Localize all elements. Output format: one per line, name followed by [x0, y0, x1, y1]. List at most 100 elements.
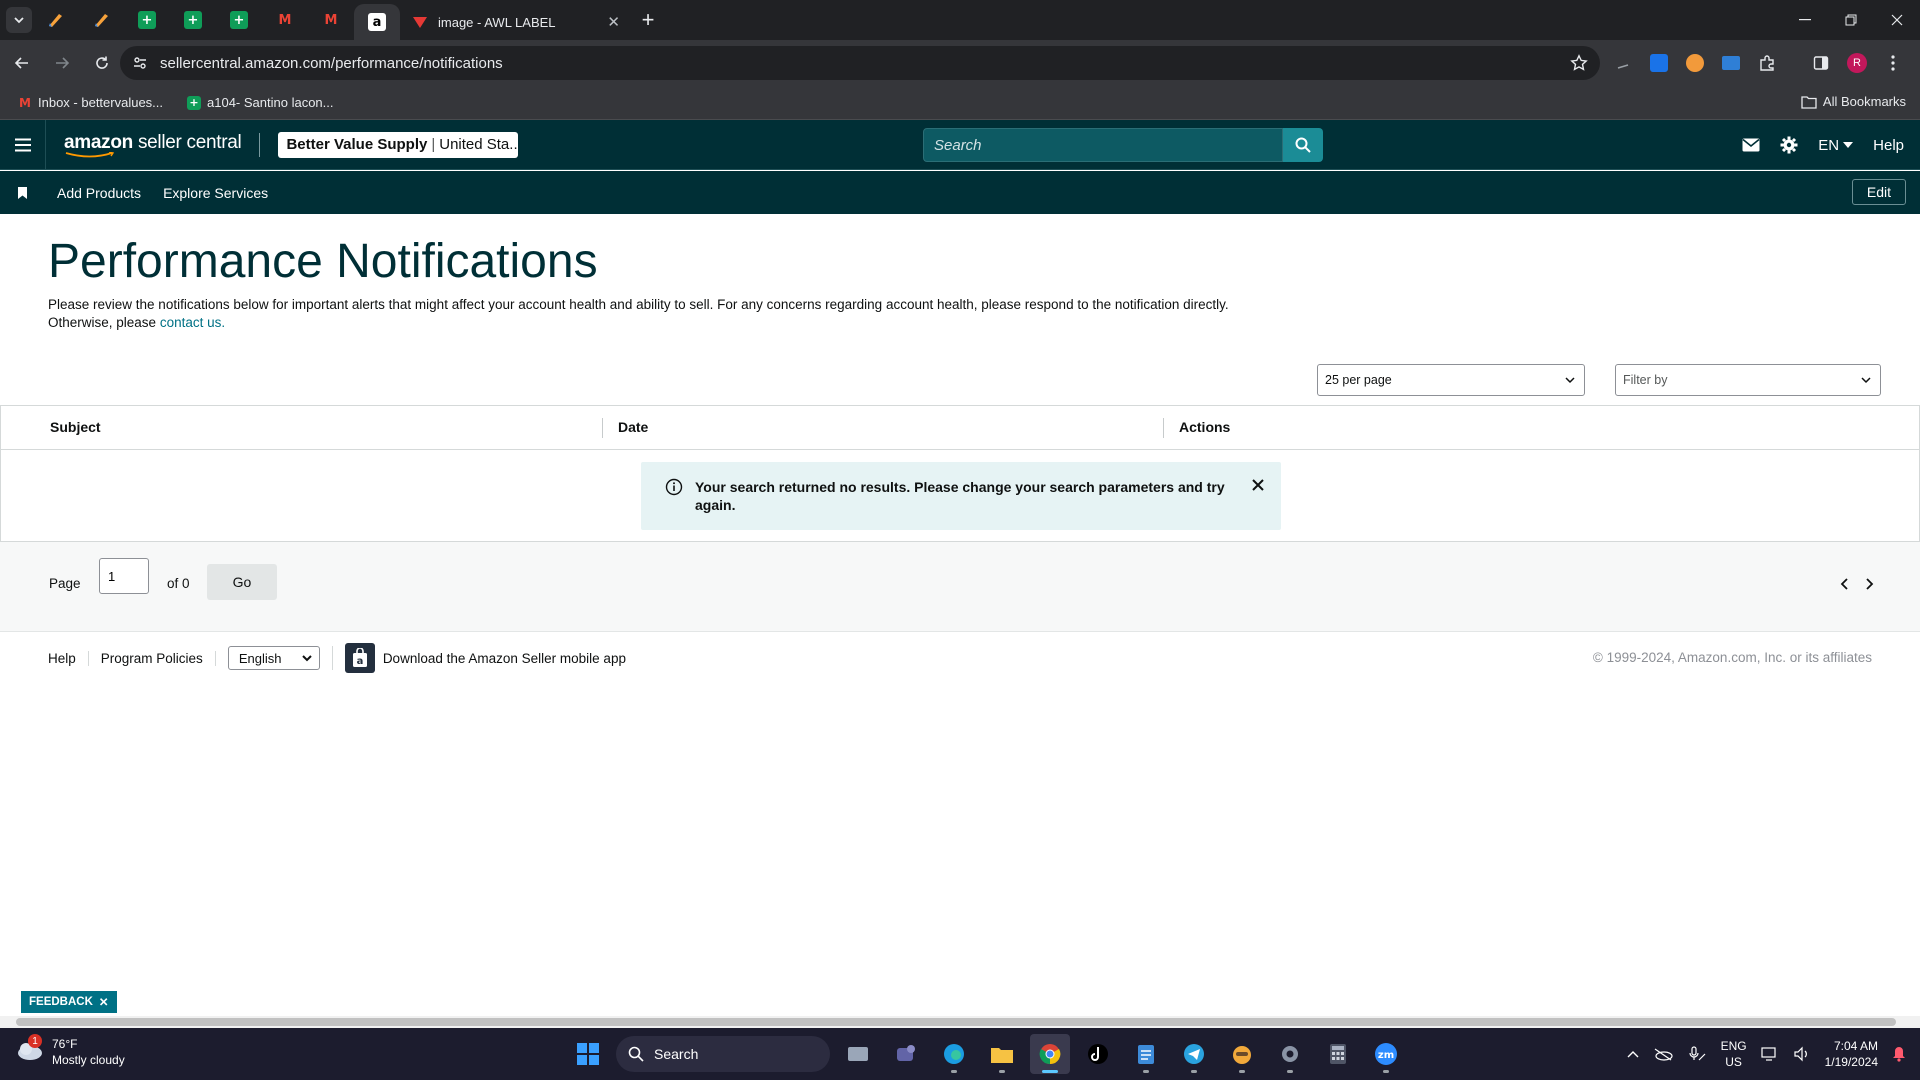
close-alert-icon[interactable] — [1251, 478, 1265, 492]
minimize-button[interactable] — [1782, 0, 1828, 40]
show-hidden-icons[interactable] — [1627, 1050, 1639, 1058]
footer-language-select[interactable]: English — [227, 646, 320, 670]
bookmark-sheet[interactable]: + a104- Santino lacon... — [181, 91, 339, 114]
copyright-text: © 1999-2024, Amazon.com, Inc. or its aff… — [1592, 650, 1872, 665]
calculator-icon[interactable] — [1318, 1034, 1358, 1074]
page-count-label: of 0 — [167, 576, 190, 591]
zoom-icon[interactable]: zm — [1366, 1034, 1406, 1074]
pagination-bar: Page of 0 Go — [0, 542, 1920, 632]
pinned-tab-gmail-1[interactable]: M — [262, 0, 308, 40]
volume-icon[interactable] — [1793, 1046, 1811, 1062]
horizontal-scrollbar[interactable] — [0, 1016, 1920, 1028]
microphone-icon[interactable] — [1687, 1046, 1707, 1062]
character-app-icon[interactable] — [1222, 1034, 1262, 1074]
browser-menu-icon[interactable] — [1880, 50, 1906, 76]
pinned-tab-gmail-2[interactable]: M — [308, 0, 354, 40]
task-view-icon[interactable] — [838, 1034, 878, 1074]
nav-link-explore-services[interactable]: Explore Services — [163, 185, 268, 201]
bookmark-inbox[interactable]: M Inbox - bettervalues... — [12, 91, 169, 114]
search-button[interactable] — [1283, 128, 1323, 162]
help-link[interactable]: Help — [1873, 137, 1904, 154]
per-page-select[interactable]: 25 per page — [1317, 364, 1585, 396]
teams-icon[interactable] — [886, 1034, 926, 1074]
input-language-code: ENG — [1720, 1039, 1747, 1053]
sheets-icon: + — [184, 11, 202, 29]
column-header-subject[interactable]: Subject — [50, 419, 101, 435]
language-selector[interactable]: EN — [1818, 136, 1854, 154]
column-divider — [602, 418, 603, 438]
side-panel-icon[interactable] — [1808, 50, 1834, 76]
search-input[interactable] — [923, 128, 1283, 162]
system-clock[interactable]: 7:04 AM 1/19/2024 — [1825, 1038, 1878, 1070]
forward-button[interactable] — [44, 45, 80, 81]
footer-program-policies-link[interactable]: Program Policies — [89, 650, 216, 666]
scrollbar-thumb[interactable] — [16, 1018, 1896, 1026]
edit-nav-button[interactable]: Edit — [1851, 179, 1906, 205]
feedback-button[interactable]: FEEDBACK ✕ — [21, 991, 117, 1013]
store-switcher[interactable]: Better Value Supply | United Sta... — [278, 131, 519, 158]
tab-search-button[interactable] — [6, 7, 32, 33]
pinned-tab-sheets-2[interactable]: + — [170, 0, 216, 40]
notepad-icon[interactable] — [1126, 1034, 1166, 1074]
filter-by-select[interactable]: Filter by — [1615, 364, 1881, 396]
notifications-bell-icon[interactable] — [1892, 1046, 1906, 1062]
contact-us-link[interactable]: contact us. — [160, 315, 225, 330]
bookmark-star-icon[interactable] — [1570, 54, 1588, 72]
file-explorer-icon[interactable] — [982, 1034, 1022, 1074]
go-button[interactable]: Go — [207, 564, 277, 600]
windows-start-icon[interactable] — [568, 1034, 608, 1074]
extension-blue-icon[interactable] — [1646, 50, 1672, 76]
edge-icon[interactable] — [934, 1034, 974, 1074]
hamburger-menu-icon[interactable] — [0, 119, 46, 170]
tiktok-icon[interactable] — [1078, 1034, 1118, 1074]
previous-page-icon[interactable] — [1840, 578, 1850, 590]
download-app-link[interactable]: a Download the Amazon Seller mobile app — [344, 643, 626, 673]
close-window-button[interactable] — [1874, 0, 1920, 40]
address-bar[interactable]: sellercentral.amazon.com/performance/not… — [120, 46, 1600, 80]
bookmark-icon[interactable] — [18, 186, 27, 199]
network-icon[interactable] — [1761, 1046, 1779, 1062]
seller-central-logo[interactable]: amazon seller central — [64, 132, 242, 158]
pinned-tab-sheets-1[interactable]: + — [124, 0, 170, 40]
profile-avatar[interactable]: R — [1844, 50, 1870, 76]
next-page-icon[interactable] — [1864, 578, 1874, 590]
extension-teal-icon[interactable] — [1718, 50, 1744, 76]
sheets-icon: + — [230, 11, 248, 29]
settings-icon[interactable] — [1270, 1034, 1310, 1074]
extensions-puzzle-icon[interactable] — [1754, 50, 1780, 76]
chrome-icon[interactable] — [1030, 1034, 1070, 1074]
onedrive-icon[interactable] — [1653, 1047, 1673, 1061]
weather-description: Mostly cloudy — [52, 1053, 125, 1067]
new-tab-button[interactable]: + — [632, 4, 664, 36]
settings-gear-icon[interactable] — [1780, 136, 1798, 154]
site-settings-icon[interactable] — [132, 55, 148, 71]
taskbar-search[interactable]: Search — [616, 1036, 830, 1072]
footer-help-link[interactable]: Help — [0, 650, 89, 666]
close-feedback-icon[interactable]: ✕ — [99, 995, 109, 1009]
column-header-date[interactable]: Date — [618, 419, 648, 435]
tab-image-awl-label[interactable]: image - AWL LABEL ✕ — [400, 4, 632, 40]
pinned-tab-zapier-1[interactable] — [32, 0, 78, 40]
restore-button[interactable] — [1828, 0, 1874, 40]
pinned-tab-zapier-2[interactable] — [78, 0, 124, 40]
all-bookmarks-button[interactable]: All Bookmarks — [1801, 94, 1906, 109]
telegram-icon[interactable] — [1174, 1034, 1214, 1074]
extension-dash-icon[interactable] — [1610, 50, 1636, 76]
input-language[interactable]: ENG US — [1721, 1038, 1747, 1070]
close-tab-icon[interactable]: ✕ — [607, 13, 620, 31]
all-bookmarks-label: All Bookmarks — [1822, 94, 1906, 109]
pinned-tab-amazon[interactable]: a — [354, 4, 400, 40]
nav-link-add-products[interactable]: Add Products — [57, 185, 141, 201]
weather-widget[interactable]: 1 76°F Mostly cloudy — [16, 1034, 125, 1068]
reload-button[interactable] — [84, 45, 120, 81]
page-number-input[interactable] — [99, 558, 149, 594]
extension-orange-icon[interactable] — [1682, 50, 1708, 76]
amazon-seller-app-icon: a — [344, 643, 375, 673]
back-button[interactable] — [4, 45, 40, 81]
header-search — [923, 128, 1323, 162]
pinned-tab-sheets-3[interactable]: + — [216, 0, 262, 40]
caret-down-icon — [1843, 142, 1854, 148]
language-code: EN — [1818, 136, 1840, 154]
no-results-alert: Your search returned no results. Please … — [641, 462, 1281, 530]
mail-icon[interactable] — [1742, 138, 1760, 152]
